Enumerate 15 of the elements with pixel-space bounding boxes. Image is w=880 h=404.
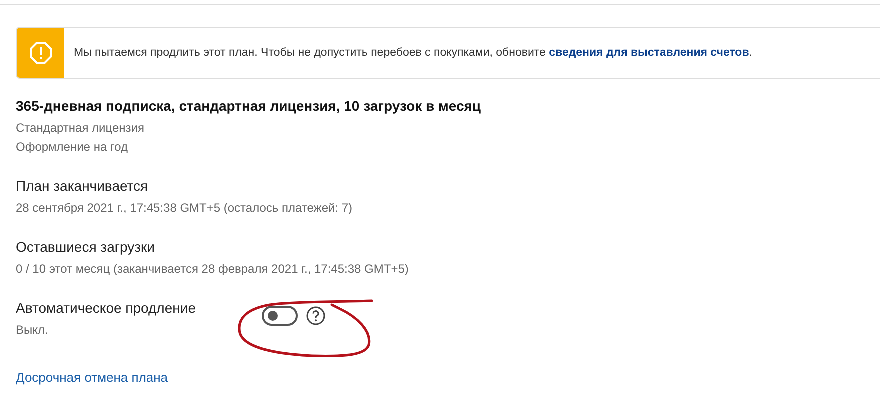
billing-link[interactable]: сведения для выставления счетов [549, 47, 750, 59]
help-icon[interactable] [306, 306, 326, 326]
auto-renew-status: Выкл. [16, 322, 50, 339]
section-label: Оставшиеся загрузки [16, 238, 156, 256]
plan-detail: Стандартная лицензия [16, 120, 146, 137]
section-value: 28 сентября 2021 г., 17:45:38 GMT+5 (осталось платежей: 7) [16, 200, 354, 217]
warning-icon [30, 42, 52, 64]
plan-title: 365-дневная подписка, стандартная лицензия, 10 загрузок в месяц [16, 98, 482, 114]
plan-detail: Оформление на год [16, 139, 129, 156]
section-label: План заканчивается [16, 177, 150, 195]
alert-message: Мы пытаемся продлить этот план. Чтобы не допустить перебоев с покупками, обновите сведения для выставления счетов. [74, 47, 752, 59]
auto-renew-toggle[interactable] [262, 306, 298, 326]
auto-renew-label: Автоматическое продление [16, 299, 197, 317]
section-value: 0 / 10 этот месяц (заканчивается 28 февраля 2021 г., 17:45:38 GMT+5) [16, 261, 410, 278]
cancel-plan-link[interactable]: Досрочная отмена плана [16, 370, 168, 385]
